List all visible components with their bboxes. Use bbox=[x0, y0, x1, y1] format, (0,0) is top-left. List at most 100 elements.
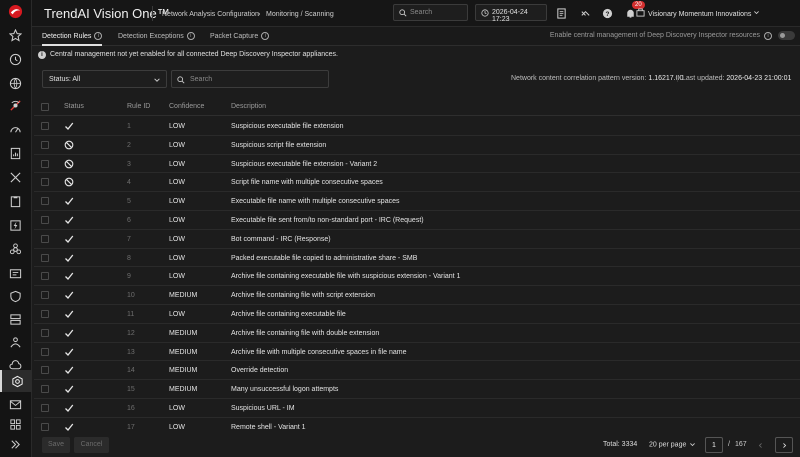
tab-packet-capture[interactable]: Packet Capture i bbox=[210, 27, 270, 46]
rule-description[interactable]: Executable file name with multiple conse… bbox=[231, 198, 399, 205]
info-icon[interactable]: i bbox=[764, 32, 772, 40]
table-row[interactable]: 9 LOW Archive file containing executable f… bbox=[34, 267, 800, 287]
grid-apps-icon[interactable] bbox=[8, 417, 23, 432]
cross-tools-icon[interactable] bbox=[8, 170, 23, 185]
organization-selector[interactable]: Visionary Momentum Innovations bbox=[648, 9, 760, 18]
report-icon[interactable] bbox=[8, 146, 23, 161]
network-settings-icon[interactable] bbox=[0, 370, 32, 392]
table-row[interactable]: 1 LOW Suspicious executable file extension bbox=[34, 117, 800, 136]
rule-description[interactable]: Archive file containing file with script… bbox=[231, 292, 375, 299]
rule-search-input[interactable]: Search bbox=[171, 70, 329, 88]
status-filter-dropdown[interactable]: Status: All bbox=[42, 70, 167, 88]
row-checkbox[interactable] bbox=[41, 309, 49, 318]
row-checkbox[interactable] bbox=[41, 328, 49, 337]
shield-icon[interactable] bbox=[8, 289, 23, 304]
row-checkbox[interactable] bbox=[41, 347, 49, 356]
rule-description[interactable]: Suspicious executable file extension bbox=[231, 123, 343, 130]
rule-description[interactable]: Suspicious URL - IM bbox=[231, 405, 295, 412]
current-page-input[interactable]: 1 bbox=[705, 437, 723, 453]
table-row[interactable]: 17 LOW Remote shell - Variant 1 bbox=[34, 418, 800, 437]
table-row[interactable]: 13 MEDIUM Archive file with multiple conse… bbox=[34, 343, 800, 362]
table-row[interactable]: 16 LOW Suspicious URL - IM bbox=[34, 399, 800, 418]
row-checkbox[interactable] bbox=[41, 159, 49, 168]
biohazard-icon[interactable] bbox=[8, 242, 23, 257]
rule-description[interactable]: Packed executable file copied to adminis… bbox=[231, 255, 417, 262]
row-checkbox[interactable] bbox=[41, 422, 49, 431]
dashboard-gauge-icon[interactable] bbox=[8, 122, 23, 137]
table-row[interactable]: 14 MEDIUM Override detection bbox=[34, 361, 800, 381]
table-row[interactable]: 6 LOW Executable file sent from/to non-sta… bbox=[34, 211, 800, 230]
rule-description[interactable]: Script file name with multiple consecuti… bbox=[231, 179, 383, 186]
global-search-input[interactable]: Search bbox=[393, 4, 468, 21]
row-checkbox[interactable] bbox=[41, 385, 49, 394]
datetime-display[interactable]: 2026-04-24 17:23 bbox=[475, 4, 547, 23]
breadcrumb-parent[interactable]: Network Analysis Configuration bbox=[162, 11, 259, 18]
column-confidence[interactable]: Confidence bbox=[169, 103, 204, 110]
expand-sidebar-icon[interactable] bbox=[8, 437, 23, 452]
info-icon[interactable]: i bbox=[261, 32, 270, 40]
save-button[interactable]: Save bbox=[42, 437, 70, 453]
column-rule-id[interactable]: Rule ID bbox=[127, 103, 150, 110]
table-row[interactable]: 2 LOW Suspicious script file extension bbox=[34, 136, 800, 155]
clipboard-icon[interactable] bbox=[8, 194, 23, 209]
rule-description[interactable]: Many unsuccessful logon attempts bbox=[231, 386, 338, 393]
email-icon[interactable] bbox=[8, 397, 23, 412]
next-page-button[interactable] bbox=[775, 437, 793, 453]
row-checkbox[interactable] bbox=[41, 366, 49, 375]
table-row[interactable]: 5 LOW Executable file name with multiple c… bbox=[34, 192, 800, 211]
server-icon[interactable] bbox=[8, 312, 23, 327]
prev-page-button[interactable] bbox=[751, 437, 769, 453]
central-management-toggle[interactable] bbox=[778, 31, 795, 40]
tab-detection-rules[interactable]: Detection Rules i bbox=[42, 27, 103, 46]
rule-description[interactable]: Archive file with multiple consecutive s… bbox=[231, 349, 406, 356]
disabled-circle-icon bbox=[64, 140, 74, 150]
mail-report-icon[interactable] bbox=[8, 266, 23, 281]
history-icon[interactable] bbox=[8, 52, 23, 67]
row-checkbox[interactable] bbox=[41, 291, 49, 300]
rule-description[interactable]: Archive file containing file with double… bbox=[231, 330, 379, 337]
rule-description[interactable]: Archive file containing executable file … bbox=[231, 273, 460, 280]
globe-icon[interactable] bbox=[8, 76, 23, 91]
help-icon[interactable]: ? bbox=[602, 8, 613, 19]
sync-arrows-icon[interactable] bbox=[580, 8, 591, 19]
rule-description[interactable]: Archive file containing executable file bbox=[231, 311, 346, 318]
cancel-button[interactable]: Cancel bbox=[74, 437, 109, 453]
rule-description[interactable]: Override detection bbox=[231, 367, 288, 374]
row-checkbox[interactable] bbox=[41, 178, 49, 187]
table-row[interactable]: 7 LOW Bot command - IRC (Response) bbox=[34, 230, 800, 249]
table-row[interactable]: 8 LOW Packed executable file copied to adm… bbox=[34, 249, 800, 268]
rule-description[interactable]: Bot command - IRC (Response) bbox=[231, 236, 331, 243]
row-checkbox[interactable] bbox=[41, 234, 49, 243]
row-checkbox[interactable] bbox=[41, 272, 49, 281]
lightning-icon[interactable] bbox=[8, 218, 23, 233]
users-network-icon[interactable] bbox=[8, 335, 23, 350]
row-checkbox[interactable] bbox=[41, 403, 49, 412]
rule-description[interactable]: Executable file sent from/to non-standar… bbox=[231, 217, 424, 224]
row-checkbox[interactable] bbox=[41, 140, 49, 149]
table-row[interactable]: 11 LOW Archive file containing executable … bbox=[34, 305, 800, 324]
star-icon[interactable] bbox=[8, 28, 23, 43]
table-row[interactable]: 4 LOW Script file name with multiple conse… bbox=[34, 173, 800, 193]
rule-description[interactable]: Suspicious script file extension bbox=[231, 142, 326, 149]
row-checkbox[interactable] bbox=[41, 122, 49, 130]
info-icon[interactable]: i bbox=[94, 32, 103, 40]
table-row[interactable]: 15 MEDIUM Many unsuccessful logon attempts bbox=[34, 380, 800, 399]
table-row[interactable]: 12 MEDIUM Archive file containing file wit… bbox=[34, 324, 800, 343]
document-icon[interactable] bbox=[556, 8, 567, 19]
table-row[interactable]: 10 MEDIUM Archive file containing file wit… bbox=[34, 286, 800, 305]
rule-description[interactable]: Remote shell - Variant 1 bbox=[231, 424, 306, 431]
trendai-logo-icon[interactable] bbox=[8, 4, 23, 19]
row-checkbox[interactable] bbox=[41, 253, 49, 262]
row-checkbox[interactable] bbox=[41, 197, 49, 206]
table-row[interactable]: 3 LOW Suspicious executable file extension… bbox=[34, 155, 800, 174]
per-page-selector[interactable]: 20 per page bbox=[649, 441, 696, 448]
info-icon[interactable]: i bbox=[186, 32, 195, 40]
column-status[interactable]: Status bbox=[64, 103, 84, 110]
rule-description[interactable]: Suspicious executable file extension - V… bbox=[231, 161, 377, 168]
select-all-checkbox[interactable] bbox=[41, 103, 49, 111]
row-checkbox[interactable] bbox=[41, 215, 49, 224]
tab-detection-exceptions[interactable]: Detection Exceptions i bbox=[118, 27, 195, 46]
radar-icon[interactable] bbox=[8, 98, 23, 113]
column-description[interactable]: Description bbox=[231, 103, 266, 110]
notification-bell-icon[interactable] bbox=[625, 8, 636, 19]
